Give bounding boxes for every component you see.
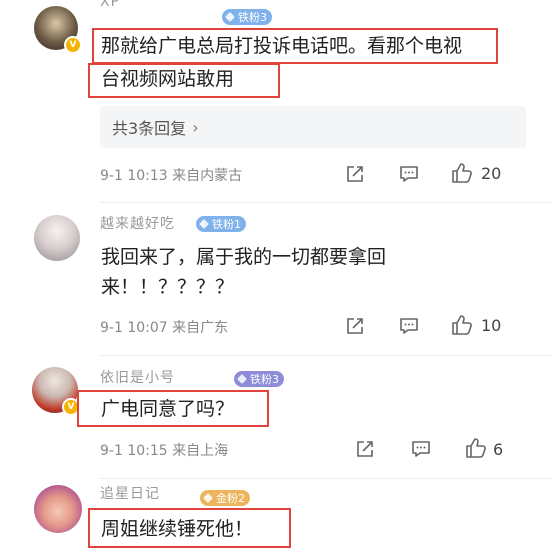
- location: 来自上海: [172, 443, 229, 459]
- replies-link[interactable]: 共3条回复 ›: [100, 106, 526, 148]
- like-count: 6: [493, 440, 504, 459]
- avatar[interactable]: [34, 485, 82, 533]
- chevron-right-icon: ›: [192, 117, 199, 137]
- timestamp: 9-1 10:13 来自内蒙古: [100, 168, 243, 184]
- username[interactable]: 越来越好吃: [100, 213, 175, 233]
- divider: [100, 478, 552, 479]
- fan-badge: 铁粉3: [222, 9, 272, 25]
- gem-icon: [225, 12, 235, 22]
- share-icon[interactable]: [344, 163, 366, 185]
- comment-icon[interactable]: [398, 315, 420, 337]
- gem-icon: [203, 493, 213, 503]
- gem-icon: [199, 219, 209, 229]
- comment-text-line-1: 我回来了，属于我的一切都要拿回: [101, 246, 387, 268]
- username[interactable]: 追星日记: [100, 483, 160, 503]
- comment-text-line-1: 广电同意了吗？: [101, 398, 235, 420]
- timestamp: 9-1 10:15 来自上海: [100, 443, 229, 459]
- share-icon[interactable]: [354, 438, 376, 460]
- like-count: 10: [481, 316, 502, 335]
- timestamp: 9-1 10:07 来自广东: [100, 320, 229, 336]
- thumb-up-icon[interactable]: [450, 161, 474, 185]
- replies-label: 共3条回复: [112, 119, 187, 138]
- gem-icon: [237, 374, 247, 384]
- divider: [100, 355, 552, 356]
- location: 来自广东: [172, 320, 229, 336]
- username[interactable]: 依旧是小号: [100, 367, 175, 387]
- fan-badge: 金粉2: [200, 490, 250, 506]
- like-count: 20: [481, 164, 502, 183]
- share-icon[interactable]: [344, 315, 366, 337]
- fan-badge: 铁粉1: [196, 216, 246, 232]
- comment-text-line-2: 来！！？？？？: [101, 276, 235, 298]
- comment-icon[interactable]: [398, 163, 420, 185]
- comment-icon[interactable]: [410, 438, 432, 460]
- avatar[interactable]: [34, 215, 80, 261]
- divider: [100, 202, 552, 203]
- location: 来自内蒙古: [172, 168, 243, 184]
- fan-badge: 铁粉3: [234, 371, 284, 387]
- verified-v-icon: V: [64, 36, 82, 54]
- username[interactable]: XP: [100, 0, 120, 10]
- comment-text-line-1: 那就给广电总局打投诉电话吧。看那个电视: [101, 35, 463, 57]
- thumb-up-icon[interactable]: [464, 436, 488, 460]
- comment-text-line-2: 台视频网站敢用: [101, 68, 235, 90]
- thumb-up-icon[interactable]: [450, 313, 474, 337]
- comment-text-line-1: 周姐继续锤死他！: [101, 518, 254, 540]
